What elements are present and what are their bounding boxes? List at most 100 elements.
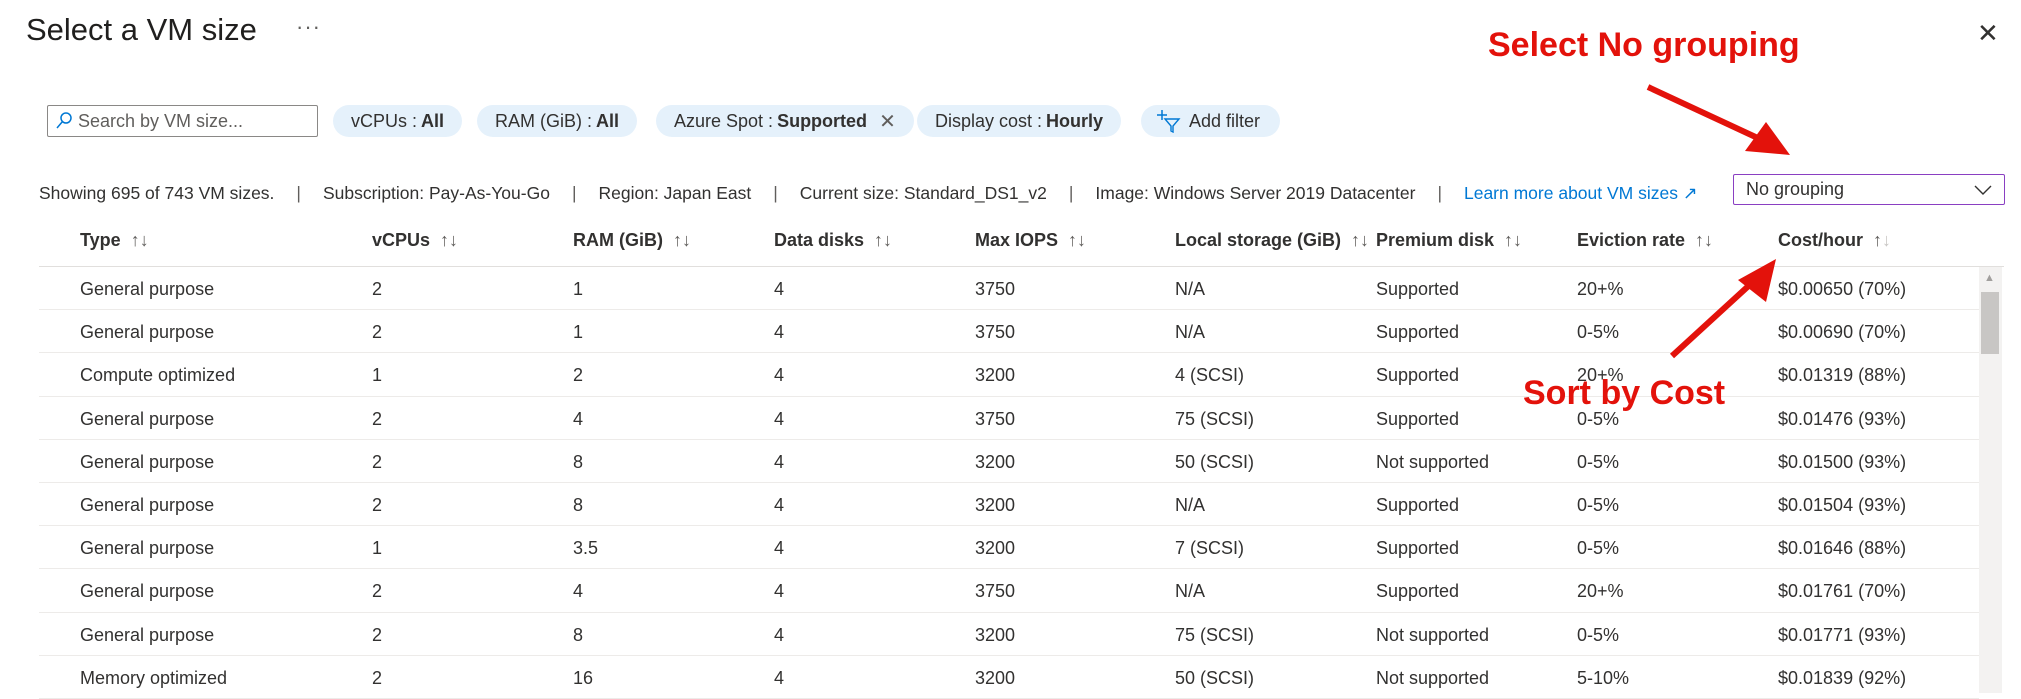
column-header[interactable]: Data disks ↑↓ [774,230,892,251]
table-cell: 16 [573,667,594,688]
column-header-label: Local storage (GiB) [1175,230,1342,250]
filter-vcpus[interactable]: vCPUs : All [333,105,463,137]
table-cell: 4 [774,494,785,515]
table-cell: Not supported [1376,667,1490,688]
table-cell: General purpose [80,279,215,299]
table-cell: 2 [372,624,383,645]
table-cell: N/A [1175,581,1206,602]
table-cell: 50 (SCSI) [1175,667,1255,688]
search-box[interactable] [47,105,318,137]
column-header-label: Max IOPS [975,230,1059,250]
table-row[interactable]: Memory optimized 2 16 4 3200 50 (SCSI) Not sup… [39,656,1979,699]
table-row[interactable]: General purpose 2 4 4 3750 N/A Supported 20+% $0… [39,569,1979,613]
table-cell: 0-5% [1577,322,1620,343]
table-cell: 4 [774,322,785,343]
sort-icon[interactable]: ↑↓ [874,230,892,250]
remove-filter-icon[interactable]: ✕ [879,109,896,134]
table-cell: 50 (SCSI) [1175,451,1255,472]
sort-icon[interactable]: ↑↓ [1068,230,1086,250]
sort-icon[interactable]: ↑↓ [673,230,691,250]
table-cell: N/A [1175,279,1206,299]
table-cell: 20+% [1577,581,1624,602]
table-cell: General purpose [80,408,215,429]
column-header[interactable]: Cost/hour ↑↓ [1778,230,1891,251]
table-cell: 1 [372,538,383,559]
column-header[interactable]: Premium disk ↑↓ [1376,230,1522,251]
table-cell: General purpose [80,494,215,515]
table-cell: 0-5% [1577,451,1620,472]
table-cell: $0.00690 (70%) [1778,322,1907,343]
table-row[interactable]: General purpose 2 8 4 3200 50 (SCSI) Not suppo… [39,440,1979,483]
table-cell: 3.5 [573,538,599,559]
close-icon[interactable]: ✕ [1977,18,1999,49]
table-row[interactable]: General purpose 2 8 4 3200 75 (SCSI) Not suppo… [39,613,1979,656]
table-cell: 3200 [975,538,1016,559]
table-cell: 2 [573,365,584,386]
table-cell: Supported [1376,408,1460,429]
table-cell: 8 [573,624,584,645]
filter-azure-spot[interactable]: Azure Spot : Supported ✕ [656,105,914,137]
table-cell: $0.01476 (93%) [1778,408,1907,429]
column-header-label: Eviction rate [1577,230,1686,250]
column-header[interactable]: RAM (GiB) ↑↓ [573,230,691,251]
column-header[interactable]: vCPUs ↑↓ [372,230,458,251]
filter-label: vCPUs : [351,110,418,131]
sort-icon[interactable]: ↑↓ [440,230,458,250]
table-cell: 4 [774,451,785,472]
table-cell: 1 [372,365,383,386]
sort-icon[interactable]: ↑↓ [1504,230,1522,250]
vm-size-table: General purpose 2 1 4 3750 N/A Supported 20+% $0… [39,267,1979,699]
table-row[interactable]: General purpose 2 1 4 3750 N/A Supported 0-5% $0… [39,310,1979,354]
scrollbar-thumb[interactable] [1981,292,1999,354]
table-row[interactable]: General purpose 2 8 4 3200 N/A Supported 0-5% $0… [39,483,1979,527]
search-icon [56,112,72,129]
sort-icon[interactable]: ↑↓ [1351,230,1369,250]
table-cell: Not supported [1376,624,1490,645]
filter-label: Display cost : [935,110,1043,131]
region-info: Region: Japan East [598,183,752,203]
table-cell: Supported [1376,322,1460,343]
sort-icon[interactable]: ↑↓ [131,230,149,250]
external-link-icon: ↗ [1682,183,1698,203]
table-cell: 4 [774,624,785,645]
column-header[interactable]: Local storage (GiB) ↑↓ [1175,230,1369,251]
learn-more-link[interactable]: Learn more about VM sizes ↗ [1464,183,1698,204]
table-cell: 3200 [975,624,1016,645]
filter-ram[interactable]: RAM (GiB) : All [477,105,638,137]
column-header[interactable]: Max IOPS ↑↓ [975,230,1086,251]
table-cell: Memory optimized [80,667,228,688]
column-header[interactable]: Type ↑↓ [80,230,149,251]
filter-value: All [421,110,445,131]
table-cell: 8 [573,451,584,472]
scroll-up-icon[interactable]: ▲ [1984,272,1995,284]
table-cell: 1 [573,322,584,343]
table-cell: 2 [372,494,383,515]
annotation-grouping: Select No grouping [1488,26,1800,64]
table-cell: $0.01771 (93%) [1778,624,1907,645]
table-row[interactable]: General purpose 2 1 4 3750 N/A Supported 20+% $0… [39,267,1979,311]
table-cell: 1 [573,279,584,299]
table-cell: $0.01839 (92%) [1778,667,1907,688]
arrow-to-grouping [1646,84,1790,155]
table-cell: 4 [774,279,785,299]
filter-display-cost[interactable]: Display cost : Hourly [917,105,1122,137]
grouping-dropdown[interactable]: No grouping [1733,174,2005,205]
table-cell: General purpose [80,581,215,602]
sort-icon[interactable]: ↑↓ [1873,230,1891,250]
column-header-label: vCPUs [372,230,431,250]
column-header[interactable]: Eviction rate ↑↓ [1577,230,1713,251]
sort-icon[interactable]: ↑↓ [1695,230,1713,250]
table-cell: 2 [372,581,383,602]
table-cell: Supported [1376,581,1460,602]
table-row[interactable]: General purpose 1 3.5 4 3200 7 (SCSI) Supporte… [39,526,1979,570]
table-cell: Compute optimized [80,365,236,386]
current-size-info: Current size: Standard_DS1_v2 [799,183,1047,203]
column-header-label: Type [80,230,121,250]
annotation-sort: Sort by Cost [1523,374,1726,412]
add-filter-button[interactable]: Add filter [1141,105,1281,137]
table-cell: $0.00650 (70%) [1778,279,1907,299]
table-cell: Supported [1376,365,1460,386]
table-cell: 4 [774,581,785,602]
ellipsis-icon[interactable]: ··· [296,14,321,40]
search-input[interactable] [78,110,308,132]
